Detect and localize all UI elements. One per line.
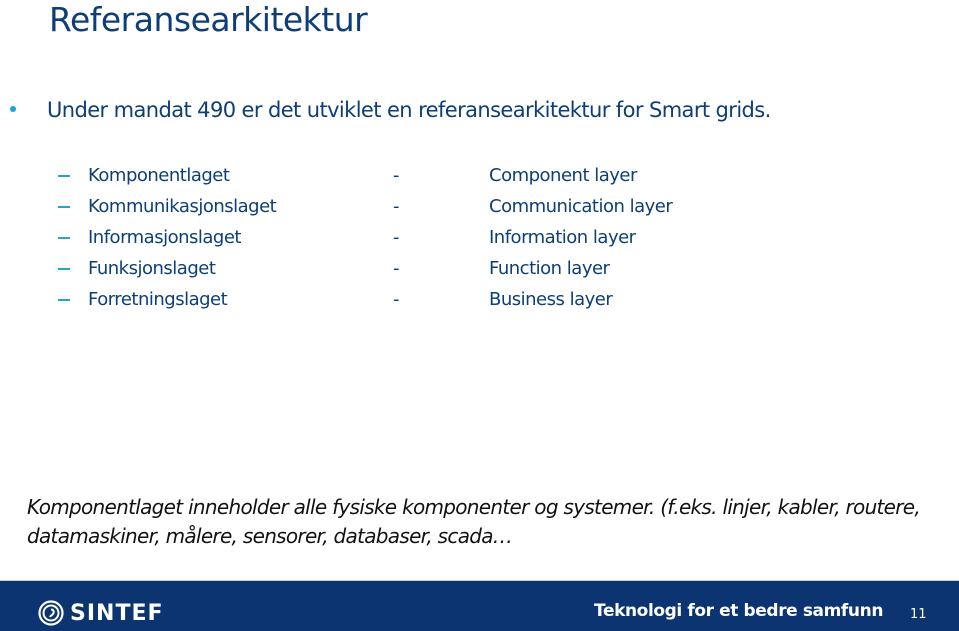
page-number: 11 (910, 607, 927, 622)
layer-item: Forretningslaget - Business layer (0, 287, 959, 318)
layer-name-en: Component layer (489, 165, 637, 186)
layer-separator: - (393, 196, 400, 217)
sintef-logo: SINTEF (38, 599, 164, 627)
dash-bullet-icon (58, 237, 70, 239)
layer-name-no: Funksjonslaget (88, 258, 216, 279)
dash-bullet-icon (58, 299, 70, 301)
note-text: Komponentlaget inneholder alle fysiske k… (27, 493, 952, 551)
layer-name-en: Communication layer (489, 196, 673, 217)
layer-item: Informasjonslaget - Information layer (0, 225, 959, 256)
bullet-item: Under mandat 490 er det utviklet en refe… (0, 96, 959, 124)
bullet-text: Under mandat 490 er det utviklet en refe… (47, 98, 771, 122)
dash-bullet-icon (58, 175, 70, 177)
footer-bar: SINTEF Teknologi for et bedre samfunn 11 (0, 580, 959, 631)
layer-name-no: Komponentlaget (88, 165, 230, 186)
layer-separator: - (393, 227, 400, 248)
bullet-dot-icon (10, 106, 16, 112)
logo-text: SINTEF (70, 600, 164, 626)
layer-item: Kommunikasjonslaget - Communication laye… (0, 194, 959, 225)
layer-separator: - (393, 165, 400, 186)
sintef-logo-icon (38, 600, 64, 626)
layer-separator: - (393, 258, 400, 279)
layer-item: Komponentlaget - Component layer (0, 163, 959, 194)
footer-slogan: Teknologi for et bedre samfunn (594, 601, 884, 621)
dash-bullet-icon (58, 206, 70, 208)
dash-bullet-icon (58, 268, 70, 270)
layer-item: Funksjonslaget - Function layer (0, 256, 959, 287)
note-line-2: datamaskiner, målere, sensorer, database… (27, 524, 513, 548)
layer-separator: - (393, 289, 400, 310)
layer-name-no: Forretningslaget (88, 289, 228, 310)
note-line-1: Komponentlaget inneholder alle fysiske k… (27, 495, 921, 519)
layer-list: Komponentlaget - Component layer Kommuni… (0, 163, 959, 318)
layer-name-en: Business layer (489, 289, 613, 310)
slide-title: Referansearkitektur (49, 0, 368, 39)
layer-name-en: Information layer (489, 227, 636, 248)
layer-name-en: Function layer (489, 258, 610, 279)
layer-name-no: Kommunikasjonslaget (88, 196, 277, 217)
layer-name-no: Informasjonslaget (88, 227, 241, 248)
